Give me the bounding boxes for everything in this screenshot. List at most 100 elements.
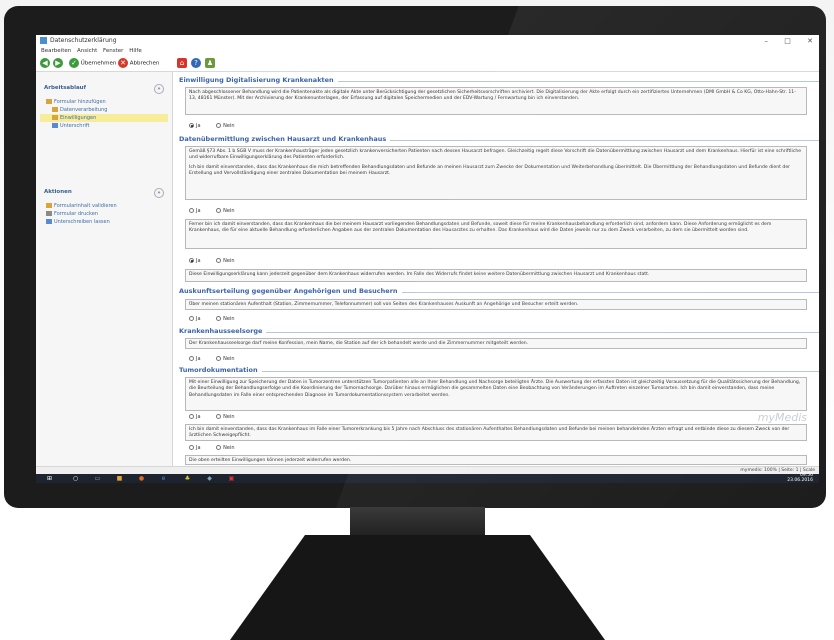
collapse-icon[interactable]: » xyxy=(154,188,164,198)
arrow-right-icon: ▶ xyxy=(53,58,63,68)
status-zoom: Scale xyxy=(802,468,815,473)
workflow-item-add-form[interactable]: Formular hinzufügen xyxy=(40,98,168,106)
section-title-data-transfer: Datenübermittlung zwischen Hausarzt und … xyxy=(179,135,819,143)
app-icon-remote[interactable]: ◆ xyxy=(206,475,213,482)
section-title-digitalization: Einwilligung Digitalisierung Krankenakte… xyxy=(179,76,819,84)
revocation-note-all: Die oben erteilten Einwilligungen können… xyxy=(185,455,807,465)
consent-text-tumor-followup: Ich bin damit einverstanden, dass das Kr… xyxy=(185,424,807,441)
radio-no[interactable]: Nein xyxy=(216,258,235,264)
menu-help[interactable]: Hilfe xyxy=(129,48,142,54)
close-button[interactable]: ✕ xyxy=(807,37,813,45)
collapse-icon[interactable]: » xyxy=(154,84,164,94)
document-icon xyxy=(52,107,58,112)
tray-time[interactable]: 09:56 xyxy=(787,473,813,479)
radio-empty-icon xyxy=(216,445,222,450)
window-title: Datenschutzerklärung xyxy=(50,37,117,44)
task-view-icon[interactable]: ▭ xyxy=(94,475,101,482)
workflow-item-label: Datenverarbeitung xyxy=(60,107,108,113)
taskbar: ⊞ ○ ▭ ■ ● e ♣ ◆ ▣ 09:56 23.06.2016 xyxy=(36,473,819,484)
signature-icon xyxy=(46,219,52,224)
radio-yes[interactable]: Ja xyxy=(189,356,215,362)
workflow-panel: Arbeitsablauf » Formular hinzufügen Daten… xyxy=(40,82,168,130)
radio-no[interactable]: Nein xyxy=(216,414,235,420)
radio-no-label: Nein xyxy=(223,258,235,264)
minimize-button[interactable]: – xyxy=(765,37,769,45)
action-validate-form[interactable]: Formularinhalt validieren xyxy=(40,202,168,210)
paragraph-legal-basis: Gemäß §73 Abs. 1 b SGB V muss der Kranke… xyxy=(189,149,802,161)
window-controls: – □ ✕ xyxy=(751,35,813,47)
app-icon-pdf[interactable]: ▣ xyxy=(228,475,235,482)
home-button[interactable]: ⌂ xyxy=(177,58,187,69)
radio-yes[interactable]: Ja xyxy=(189,414,215,420)
workflow-item-consents[interactable]: Einwilligungen xyxy=(40,114,168,122)
radio-no-label: Nein xyxy=(223,356,235,362)
forward-button[interactable]: ▶ xyxy=(53,58,63,69)
app-icon-medis[interactable]: ♣ xyxy=(184,475,191,482)
app-window: Datenschutzerklärung – □ ✕ Bearbeiten An… xyxy=(36,35,819,483)
help-button[interactable]: ? xyxy=(191,58,201,69)
accept-button[interactable]: ✓ Übernehmen xyxy=(69,58,116,69)
checklist-icon xyxy=(46,203,52,208)
sidebar: Arbeitsablauf » Formular hinzufügen Daten… xyxy=(36,72,173,466)
radio-no[interactable]: Nein xyxy=(216,123,235,129)
actions-panel: Aktionen » Formularinhalt validieren Form… xyxy=(40,186,168,226)
consent-text-information: Über meinen stationären Aufenthalt (Stat… xyxy=(185,299,807,310)
browser-icon[interactable]: ● xyxy=(138,475,145,482)
consent-text-pastoral-care: Der Krankenhausseelsorge darf meine Konf… xyxy=(185,338,807,349)
radio-no-label: Nein xyxy=(223,208,235,214)
radio-no[interactable]: Nein xyxy=(216,316,235,322)
radio-yes-label: Ja xyxy=(196,445,201,451)
system-tray: 09:56 23.06.2016 xyxy=(787,473,813,484)
cancel-icon: ✕ xyxy=(118,58,128,68)
workflow-item-signature[interactable]: Unterschrift xyxy=(40,122,168,130)
radio-selected-icon xyxy=(189,123,194,128)
explorer-icon[interactable]: ■ xyxy=(116,475,123,482)
section-title-information: Auskunftserteilung gegenüber Angehörigen… xyxy=(179,287,819,295)
arrow-left-icon: ◀ xyxy=(40,58,50,68)
radio-no[interactable]: Nein xyxy=(216,445,235,451)
edge-icon[interactable]: e xyxy=(160,475,167,482)
actions-title: Aktionen xyxy=(44,189,72,195)
folder-icon xyxy=(46,99,52,104)
radio-yes[interactable]: Ja xyxy=(189,208,215,214)
menu-window[interactable]: Fenster xyxy=(103,48,123,54)
radio-yes[interactable]: Ja xyxy=(189,258,215,264)
radio-yes[interactable]: Ja xyxy=(189,445,215,451)
workflow-item-data-processing[interactable]: Datenverarbeitung xyxy=(40,106,168,114)
radio-no[interactable]: Nein xyxy=(216,356,235,362)
section-title-pastoral-care: Krankenhausseelsorge xyxy=(179,327,819,335)
cancel-button[interactable]: ✕ Abbrechen xyxy=(118,58,159,69)
status-text: mymedis: 100% | Seite: 1 | Scale xyxy=(740,468,815,473)
back-button[interactable]: ◀ xyxy=(40,58,50,69)
accept-label: Übernehmen xyxy=(80,60,117,67)
radio-yes[interactable]: Ja xyxy=(189,123,215,129)
menu-view[interactable]: Ansicht xyxy=(77,48,97,54)
radio-empty-icon xyxy=(216,123,222,128)
menu-bar: Bearbeiten Ansicht Fenster Hilfe xyxy=(36,47,146,56)
radio-group-digitalization: Ja Nein xyxy=(189,122,235,130)
radio-no[interactable]: Nein xyxy=(216,208,235,214)
radio-selected-icon xyxy=(189,258,194,263)
radio-yes[interactable]: Ja xyxy=(189,316,215,322)
action-label: Formularinhalt validieren xyxy=(54,203,117,209)
tray-date[interactable]: 23.06.2016 xyxy=(787,478,813,484)
cortana-icon[interactable]: ○ xyxy=(72,475,79,482)
help-icon: ? xyxy=(191,58,201,68)
radio-no-label: Nein xyxy=(223,316,235,322)
radio-yes-label: Ja xyxy=(196,414,201,420)
revocation-note-data-transfer: Diese Einwilligungserklärung kann jederz… xyxy=(185,269,807,282)
radio-group-tumor-followup: Ja Nein xyxy=(189,444,235,452)
action-request-signature[interactable]: Unterschreiben lassen xyxy=(40,218,168,226)
action-print-form[interactable]: Formular drucken xyxy=(40,210,168,218)
radio-empty-icon xyxy=(216,414,222,419)
status-user: mymedis: 100% xyxy=(740,468,777,473)
document-icon xyxy=(52,115,58,120)
radio-empty-icon xyxy=(216,316,222,321)
consent-text-data-transfer: Gemäß §73 Abs. 1 b SGB V muss der Kranke… xyxy=(185,146,807,200)
start-button[interactable]: ⊞ xyxy=(46,475,53,482)
menu-edit[interactable]: Bearbeiten xyxy=(41,48,71,54)
users-button[interactable]: ♟ xyxy=(205,58,215,69)
maximize-button[interactable]: □ xyxy=(784,37,791,45)
radio-empty-icon xyxy=(189,356,194,361)
app-icon xyxy=(40,37,47,44)
